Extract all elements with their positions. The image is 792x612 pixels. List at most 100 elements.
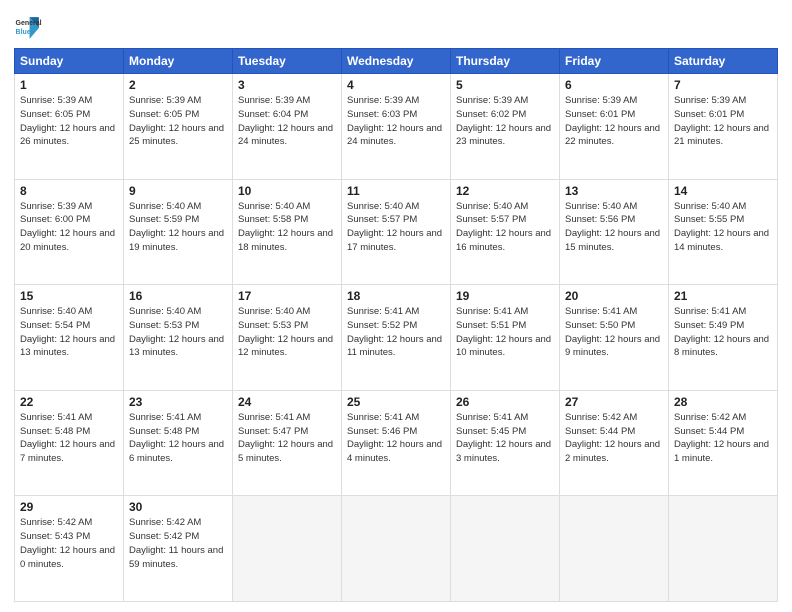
day-info: Sunrise: 5:42 AMSunset: 5:43 PMDaylight:… — [20, 516, 118, 571]
day-info: Sunrise: 5:42 AMSunset: 5:44 PMDaylight:… — [674, 411, 772, 466]
day-number: 18 — [347, 289, 445, 303]
day-info: Sunrise: 5:41 AMSunset: 5:51 PMDaylight:… — [456, 305, 554, 360]
calendar-cell: 9 Sunrise: 5:40 AMSunset: 5:59 PMDaylight… — [124, 179, 233, 285]
day-number: 21 — [674, 289, 772, 303]
day-number: 28 — [674, 395, 772, 409]
svg-text:Blue: Blue — [16, 29, 31, 36]
calendar-cell: 21 Sunrise: 5:41 AMSunset: 5:49 PMDayligh… — [669, 285, 778, 391]
day-info: Sunrise: 5:41 AMSunset: 5:48 PMDaylight:… — [129, 411, 227, 466]
day-info: Sunrise: 5:41 AMSunset: 5:50 PMDaylight:… — [565, 305, 663, 360]
calendar-cell: 5 Sunrise: 5:39 AMSunset: 6:02 PMDaylight… — [451, 74, 560, 180]
day-info: Sunrise: 5:42 AMSunset: 5:44 PMDaylight:… — [565, 411, 663, 466]
day-number: 11 — [347, 184, 445, 198]
day-number: 6 — [565, 78, 663, 92]
calendar-cell: 3 Sunrise: 5:39 AMSunset: 6:04 PMDaylight… — [233, 74, 342, 180]
day-number: 3 — [238, 78, 336, 92]
day-number: 5 — [456, 78, 554, 92]
calendar-cell: 12 Sunrise: 5:40 AMSunset: 5:57 PMDayligh… — [451, 179, 560, 285]
day-info: Sunrise: 5:39 AMSunset: 6:05 PMDaylight:… — [20, 94, 118, 149]
day-number: 15 — [20, 289, 118, 303]
weekday-header-row: SundayMondayTuesdayWednesdayThursdayFrid… — [15, 49, 778, 74]
day-number: 8 — [20, 184, 118, 198]
calendar-cell: 24Sunrise: 5:41 AMSunset: 5:47 PMDayligh… — [233, 390, 342, 496]
calendar-cell: 30Sunrise: 5:42 AMSunset: 5:42 PMDayligh… — [124, 496, 233, 602]
calendar-cell: 11Sunrise: 5:40 AMSunset: 5:57 PMDayligh… — [342, 179, 451, 285]
day-number: 16 — [129, 289, 227, 303]
day-number: 20 — [565, 289, 663, 303]
calendar-cell: 18 Sunrise: 5:41 AMSunset: 5:52 PMDayligh… — [342, 285, 451, 391]
day-number: 7 — [674, 78, 772, 92]
calendar-cell: 22Sunrise: 5:41 AMSunset: 5:48 PMDayligh… — [15, 390, 124, 496]
day-info: Sunrise: 5:39 AMSunset: 6:00 PMDaylight:… — [20, 200, 118, 255]
svg-text:General: General — [16, 20, 42, 27]
calendar-cell: 6 Sunrise: 5:39 AMSunset: 6:01 PMDaylight… — [560, 74, 669, 180]
day-number: 26 — [456, 395, 554, 409]
weekday-header-saturday: Saturday — [669, 49, 778, 74]
day-info: Sunrise: 5:41 AMSunset: 5:49 PMDaylight:… — [674, 305, 772, 360]
day-info: Sunrise: 5:39 AMSunset: 6:01 PMDaylight:… — [565, 94, 663, 149]
calendar-cell: 10 Sunrise: 5:40 AMSunset: 5:58 PMDayligh… — [233, 179, 342, 285]
calendar-cell — [233, 496, 342, 602]
weekday-header-monday: Monday — [124, 49, 233, 74]
day-number: 4 — [347, 78, 445, 92]
day-info: Sunrise: 5:40 AMSunset: 5:54 PMDaylight:… — [20, 305, 118, 360]
day-info: Sunrise: 5:40 AMSunset: 5:55 PMDaylight:… — [674, 200, 772, 255]
day-info: Sunrise: 5:39 AMSunset: 6:03 PMDaylight:… — [347, 94, 445, 149]
day-number: 2 — [129, 78, 227, 92]
day-number: 12 — [456, 184, 554, 198]
calendar-cell: 20 Sunrise: 5:41 AMSunset: 5:50 PMDayligh… — [560, 285, 669, 391]
calendar-cell — [342, 496, 451, 602]
logo-icon: General Blue — [14, 14, 42, 42]
weekday-header-friday: Friday — [560, 49, 669, 74]
day-info: Sunrise: 5:39 AMSunset: 6:04 PMDaylight:… — [238, 94, 336, 149]
logo: General Blue — [14, 14, 42, 42]
calendar-cell: 16Sunrise: 5:40 AMSunset: 5:53 PMDayligh… — [124, 285, 233, 391]
day-number: 29 — [20, 500, 118, 514]
calendar-cell: 13 Sunrise: 5:40 AMSunset: 5:56 PMDayligh… — [560, 179, 669, 285]
week-row-1: 1 Sunrise: 5:39 AMSunset: 6:05 PMDaylight… — [15, 74, 778, 180]
calendar-cell: 4 Sunrise: 5:39 AMSunset: 6:03 PMDaylight… — [342, 74, 451, 180]
day-number: 13 — [565, 184, 663, 198]
day-info: Sunrise: 5:41 AMSunset: 5:52 PMDaylight:… — [347, 305, 445, 360]
day-number: 9 — [129, 184, 227, 198]
day-info: Sunrise: 5:41 AMSunset: 5:46 PMDaylight:… — [347, 411, 445, 466]
calendar-cell: 14 Sunrise: 5:40 AMSunset: 5:55 PMDayligh… — [669, 179, 778, 285]
day-info: Sunrise: 5:39 AMSunset: 6:02 PMDaylight:… — [456, 94, 554, 149]
calendar-cell: 7Sunrise: 5:39 AMSunset: 6:01 PMDaylight… — [669, 74, 778, 180]
week-row-4: 22Sunrise: 5:41 AMSunset: 5:48 PMDayligh… — [15, 390, 778, 496]
calendar-cell: 25 Sunrise: 5:41 AMSunset: 5:46 PMDayligh… — [342, 390, 451, 496]
day-number: 10 — [238, 184, 336, 198]
calendar-cell: 28 Sunrise: 5:42 AMSunset: 5:44 PMDayligh… — [669, 390, 778, 496]
week-row-5: 29 Sunrise: 5:42 AMSunset: 5:43 PMDayligh… — [15, 496, 778, 602]
day-info: Sunrise: 5:40 AMSunset: 5:58 PMDaylight:… — [238, 200, 336, 255]
calendar-cell: 19 Sunrise: 5:41 AMSunset: 5:51 PMDayligh… — [451, 285, 560, 391]
weekday-header-sunday: Sunday — [15, 49, 124, 74]
day-number: 19 — [456, 289, 554, 303]
day-number: 27 — [565, 395, 663, 409]
day-info: Sunrise: 5:40 AMSunset: 5:57 PMDaylight:… — [456, 200, 554, 255]
day-info: Sunrise: 5:41 AMSunset: 5:45 PMDaylight:… — [456, 411, 554, 466]
calendar-cell: 29 Sunrise: 5:42 AMSunset: 5:43 PMDayligh… — [15, 496, 124, 602]
header: General Blue — [14, 10, 778, 42]
calendar-cell: 27 Sunrise: 5:42 AMSunset: 5:44 PMDayligh… — [560, 390, 669, 496]
calendar-table: SundayMondayTuesdayWednesdayThursdayFrid… — [14, 48, 778, 602]
calendar-cell: 2 Sunrise: 5:39 AMSunset: 6:05 PMDaylight… — [124, 74, 233, 180]
calendar-cell: 17Sunrise: 5:40 AMSunset: 5:53 PMDayligh… — [233, 285, 342, 391]
day-info: Sunrise: 5:40 AMSunset: 5:56 PMDaylight:… — [565, 200, 663, 255]
day-number: 14 — [674, 184, 772, 198]
day-number: 24 — [238, 395, 336, 409]
weekday-header-thursday: Thursday — [451, 49, 560, 74]
week-row-2: 8 Sunrise: 5:39 AMSunset: 6:00 PMDaylight… — [15, 179, 778, 285]
day-number: 1 — [20, 78, 118, 92]
day-number: 30 — [129, 500, 227, 514]
day-info: Sunrise: 5:39 AMSunset: 6:05 PMDaylight:… — [129, 94, 227, 149]
calendar-cell: 1 Sunrise: 5:39 AMSunset: 6:05 PMDaylight… — [15, 74, 124, 180]
day-number: 25 — [347, 395, 445, 409]
calendar-cell: 23Sunrise: 5:41 AMSunset: 5:48 PMDayligh… — [124, 390, 233, 496]
week-row-3: 15 Sunrise: 5:40 AMSunset: 5:54 PMDayligh… — [15, 285, 778, 391]
calendar-cell — [669, 496, 778, 602]
calendar-cell — [560, 496, 669, 602]
day-number: 17 — [238, 289, 336, 303]
day-info: Sunrise: 5:40 AMSunset: 5:59 PMDaylight:… — [129, 200, 227, 255]
day-info: Sunrise: 5:41 AMSunset: 5:48 PMDaylight:… — [20, 411, 118, 466]
